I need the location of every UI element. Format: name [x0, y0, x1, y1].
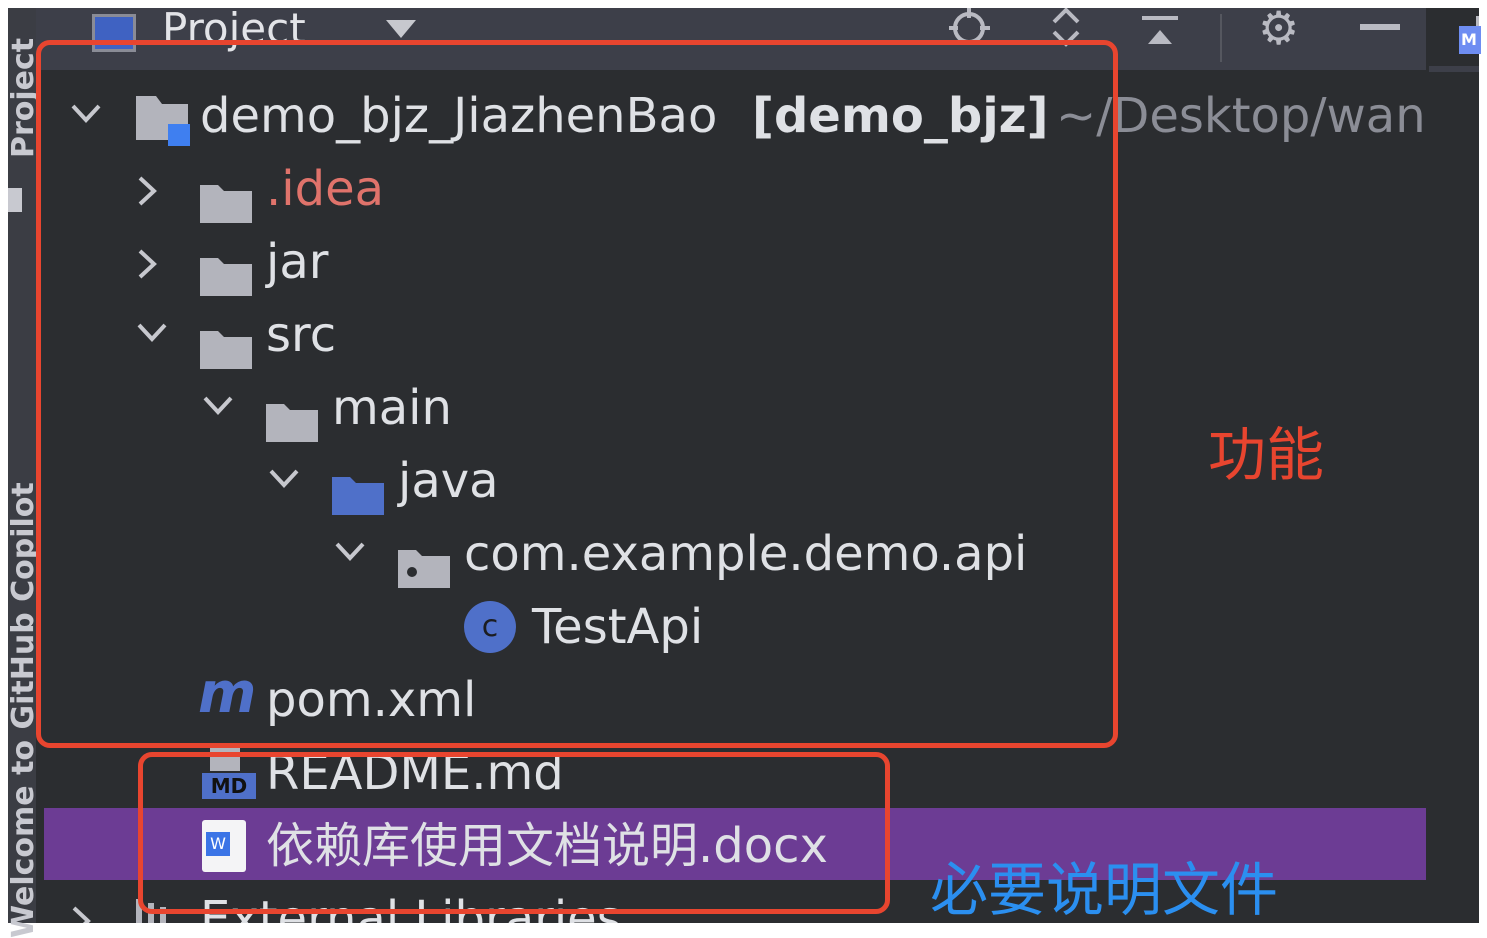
minimize-icon[interactable] [1360, 24, 1400, 30]
tool-strip-divider [8, 188, 22, 212]
right-tool-strip: M [1426, 8, 1481, 923]
docs-highlight-box [138, 752, 890, 914]
functions-annotation: 功能 [1208, 421, 1325, 489]
left-tool-strip: Project Welcome to GitHub Copilot [6, 8, 36, 938]
tool-strip-selection [1429, 66, 1479, 72]
copilot-tool-button[interactable]: Welcome to GitHub Copilot [6, 308, 36, 938]
chevron-down-icon[interactable] [386, 20, 416, 38]
required-docs-annotation: 必要说明文件 [930, 856, 1279, 924]
header-divider [1220, 14, 1222, 62]
maven-tool-button[interactable]: M [1459, 26, 1481, 54]
collapse-all-icon[interactable] [1140, 8, 1180, 59]
project-tool-button[interactable]: Project [6, 0, 36, 158]
functions-highlight-box [36, 40, 1118, 748]
chevron-right-icon[interactable] [70, 883, 100, 923]
gear-icon[interactable]: ⚙ [1258, 8, 1299, 51]
